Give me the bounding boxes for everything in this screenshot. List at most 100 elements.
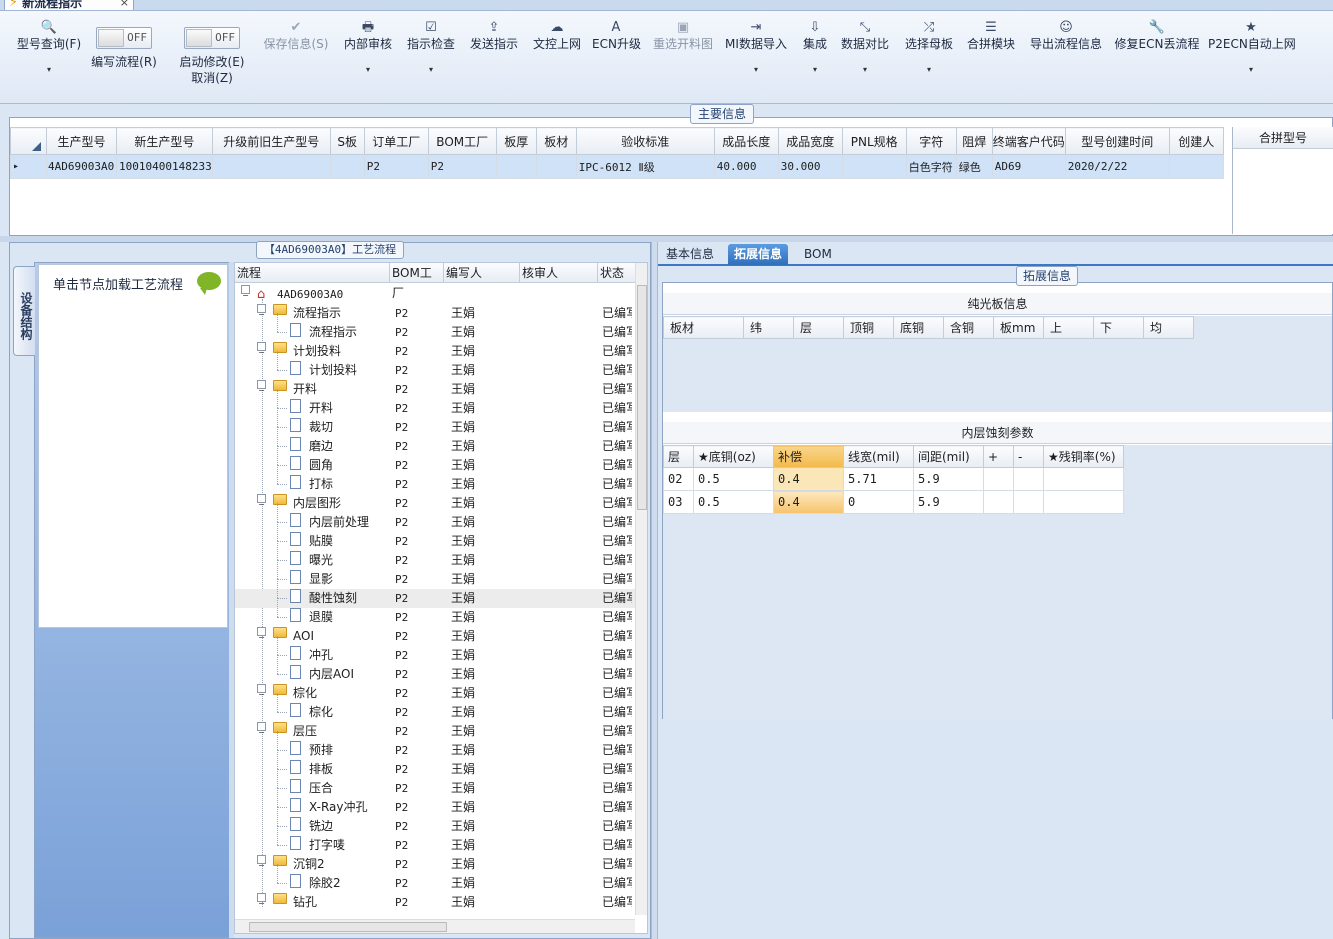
etch-row[interactable]: 03 0.5 0.4 0 5.9: [663, 490, 1124, 514]
main-col-header[interactable]: 终端客户代码: [991, 127, 1066, 155]
tree-step-node[interactable]: 磨边 P2 王娟 已编写: [235, 427, 635, 456]
toolbar-combine-button[interactable]: ☰ 合拼模块: [964, 11, 1018, 51]
main-table-cell[interactable]: 10010400148233: [116, 154, 213, 179]
toolbar-compare-button[interactable]: ⤡ 数据对比 ▾: [838, 11, 892, 74]
main-table-cell[interactable]: [495, 154, 537, 179]
toolbar-send-button[interactable]: ⇪ 发送指示: [467, 11, 521, 51]
main-col-header[interactable]: 板材: [535, 127, 577, 155]
chevron-down-icon[interactable]: ▾: [902, 65, 956, 74]
toolbar-check-button[interactable]: ☑ 指示检查 ▾: [404, 11, 458, 74]
toolbar-integrate-button[interactable]: ⇩ 集成 ▾: [800, 11, 830, 74]
main-col-header[interactable]: 成品长度: [713, 127, 779, 155]
row-selector-icon[interactable]: ▸: [10, 154, 47, 179]
collapse-icon[interactable]: −: [257, 627, 266, 642]
etch-cell[interactable]: [1043, 467, 1124, 491]
plain-board-col-header[interactable]: 顶铜: [843, 316, 894, 339]
etch-cell[interactable]: 02: [663, 467, 694, 491]
chevron-down-icon[interactable]: ▾: [800, 65, 830, 74]
etch-col-header[interactable]: ★底铜(oz): [693, 445, 774, 468]
tree-group-node[interactable]: − 层压 P2 王娟 已编写: [235, 722, 635, 741]
tree-horizontal-scrollbar[interactable]: [235, 919, 635, 933]
main-col-header[interactable]: PNL规格: [841, 127, 907, 155]
tree-step-node[interactable]: 压合 P2 王娟 已编写: [235, 769, 635, 798]
plain-board-col-header[interactable]: 均: [1143, 316, 1194, 339]
main-col-header[interactable]: 生产型号: [46, 127, 117, 155]
plain-board-col-header[interactable]: 板材: [663, 316, 744, 339]
collapse-icon[interactable]: −: [257, 855, 266, 870]
plain-board-col-header[interactable]: 板mm: [993, 316, 1044, 339]
main-table-cell[interactable]: P2: [427, 154, 497, 179]
etch-cell[interactable]: 5.9: [913, 490, 984, 514]
main-table-row[interactable]: ▸ 4AD69003A0 10010400148233 P2 P2 IPC-6012 Ⅱ级…: [10, 154, 1224, 179]
tree-group-node[interactable]: − 沉铜2 P2 王娟 已编写: [235, 855, 635, 874]
tree-step-node[interactable]: 除胶2 P2 王娟 已编写: [235, 864, 635, 893]
etch-col-header[interactable]: 补偿: [773, 445, 844, 468]
toolbar-export-button[interactable]: ☺ 导出流程信息: [1026, 11, 1106, 51]
tree-group-node[interactable]: − 棕化 P2 王娟 已编写: [235, 684, 635, 703]
main-table-cell[interactable]: 40.000: [713, 154, 779, 179]
main-table-cell[interactable]: [329, 154, 365, 179]
etch-col-header[interactable]: 间距(mil): [913, 445, 984, 468]
tree-step-node[interactable]: 裁切 P2 王娟 已编写: [235, 408, 635, 437]
toggle-knob[interactable]: [98, 29, 124, 47]
tree-step-node[interactable]: 打标 P2 王娟 已编写: [235, 465, 635, 494]
close-icon[interactable]: ×: [120, 0, 129, 9]
tree-step-node[interactable]: 内层前处理 P2 王娟 已编写: [235, 503, 635, 532]
tree-group-node[interactable]: − 开料 P2 王娟 已编写: [235, 380, 635, 399]
scroll-thumb[interactable]: [637, 285, 647, 510]
tree-root-node[interactable]: − ⌂ 4AD69003A0: [235, 285, 635, 304]
toolbar-p2ecn-button[interactable]: ★ P2ECN自动上网 ▾: [1208, 11, 1296, 74]
tree-step-node[interactable]: 打字唛 P2 王娟 已编写: [235, 826, 635, 855]
etch-cell[interactable]: 0.5: [693, 490, 774, 514]
chevron-down-icon[interactable]: ▾: [724, 65, 788, 74]
main-col-header[interactable]: 阻焊: [955, 127, 993, 155]
tree-step-node[interactable]: 冲孔 P2 王娟 已编写: [235, 636, 635, 665]
main-col-header[interactable]: S板: [329, 127, 365, 155]
toolbar-audit-button[interactable]: 🖶 内部审核 ▾: [342, 11, 394, 74]
detail-tab[interactable]: BOM: [798, 244, 838, 265]
collapse-icon[interactable]: −: [257, 893, 266, 908]
main-col-header[interactable]: 新生产型号: [116, 127, 213, 155]
detail-tab[interactable]: 基本信息: [660, 244, 720, 265]
tree-step-node[interactable]: 退膜 P2 王娟 已编写: [235, 598, 635, 627]
main-table-cell[interactable]: 2020/2/22: [1064, 154, 1170, 179]
collapse-icon[interactable]: −: [257, 380, 266, 395]
etch-col-header[interactable]: 线宽(mil): [843, 445, 914, 468]
main-table-cell[interactable]: P2: [363, 154, 429, 179]
main-table-cell[interactable]: 白色字符: [905, 154, 957, 179]
chevron-down-icon[interactable]: ▾: [838, 65, 892, 74]
chevron-down-icon[interactable]: ▾: [342, 65, 394, 74]
cancel-modify-button[interactable]: 取消(Z): [162, 71, 262, 85]
collapse-icon[interactable]: −: [241, 285, 250, 300]
tree-col-header[interactable]: BOM工厂: [390, 263, 444, 300]
plain-board-col-header[interactable]: 层: [793, 316, 844, 339]
tree-step-node[interactable]: 流程指示 P2 王娟 已编写: [235, 313, 635, 342]
document-tab[interactable]: ⚡ 新流程指示 ×: [4, 0, 134, 10]
etch-col-header[interactable]: 层: [663, 445, 694, 468]
etch-col-header[interactable]: ★残铜率(%): [1043, 445, 1124, 468]
chevron-down-icon[interactable]: ▾: [1208, 65, 1294, 74]
etch-cell[interactable]: [1043, 490, 1124, 514]
tree-col-header[interactable]: 状态: [598, 263, 638, 283]
tree-step-node[interactable]: 计划投料 P2 王娟 已编写: [235, 351, 635, 380]
tree-step-node[interactable]: 显影 P2 王娟 已编写: [235, 560, 635, 589]
etch-cell[interactable]: [983, 467, 1014, 491]
plain-board-col-header[interactable]: 含铜: [943, 316, 994, 339]
etch-cell[interactable]: [983, 490, 1014, 514]
main-table-cell[interactable]: [535, 154, 577, 179]
start-modify-toggle[interactable]: OFF: [184, 27, 240, 49]
main-table-cell[interactable]: AD69: [991, 154, 1066, 179]
tree-step-node[interactable]: 预排 P2 王娟 已编写: [235, 731, 635, 760]
tree-step-node[interactable]: 内层AOI P2 王娟 已编写: [235, 655, 635, 684]
plain-board-col-header[interactable]: 上: [1043, 316, 1094, 339]
tree-group-node[interactable]: − 流程指示 P2 王娟 已编写: [235, 304, 635, 323]
tree-step-node[interactable]: 排板 P2 王娟 已编写: [235, 750, 635, 779]
tree-col-header[interactable]: 核审人: [520, 263, 598, 283]
vertical-splitter[interactable]: [651, 242, 658, 939]
toolbar-repair-button[interactable]: 🔧 修复ECN丢流程: [1114, 11, 1200, 51]
tree-group-node[interactable]: − 钻孔 P2 王娟 已编写: [235, 893, 635, 912]
tree-step-node[interactable]: 酸性蚀刻 P2 王娟 已编写: [235, 579, 635, 608]
main-table-cell[interactable]: [1168, 154, 1224, 179]
etch-col-header[interactable]: +: [983, 445, 1014, 468]
etch-cell[interactable]: 0.4: [773, 467, 844, 491]
